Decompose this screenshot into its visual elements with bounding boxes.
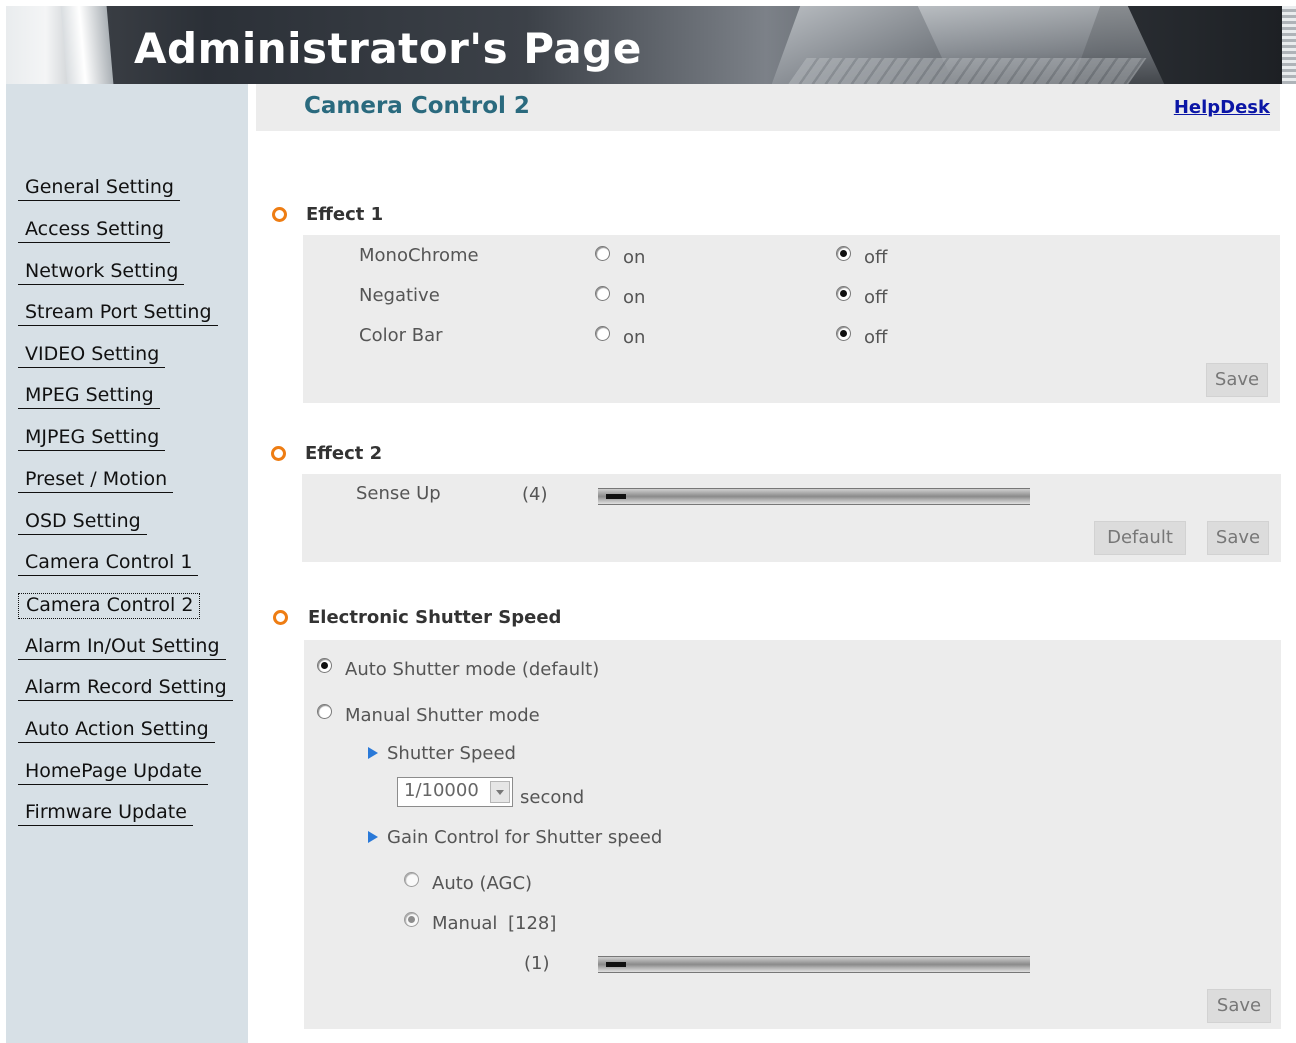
effect2-title: Effect 2 <box>305 443 383 464</box>
color-bar-on-radio[interactable] <box>595 326 610 341</box>
shutter-speed-value: 1/10000 <box>404 780 479 801</box>
gain-slider[interactable] <box>598 956 1030 973</box>
sidebar-item-alarm-record-setting[interactable]: Alarm Record Setting <box>18 676 233 701</box>
effect2-default-button[interactable]: Default <box>1094 521 1186 555</box>
gain-manual-radio[interactable] <box>404 912 419 927</box>
sidebar-item-auto-action-setting[interactable]: Auto Action Setting <box>18 718 215 743</box>
sidebar-item-access-setting[interactable]: Access Setting <box>18 218 171 243</box>
header-banner: Administrator's Page <box>6 6 1296 84</box>
banner-decoration <box>60 6 114 84</box>
auto-shutter-label: Auto Shutter mode (default) <box>345 659 600 680</box>
expand-arrow-icon <box>368 831 378 843</box>
effect1-save-button[interactable]: Save <box>1206 363 1268 397</box>
sidebar-item-firmware-update[interactable]: Firmware Update <box>18 801 193 826</box>
effect1-title: Effect 1 <box>306 204 384 225</box>
monochrome-on-radio[interactable] <box>595 246 610 261</box>
page-title: Camera Control 2 <box>304 93 530 119</box>
manual-shutter-radio[interactable] <box>317 704 332 719</box>
gain-auto-radio[interactable] <box>404 872 419 887</box>
shutter-speed-select[interactable]: 1/10000 <box>397 777 513 807</box>
sidebar-item-preset-motion[interactable]: Preset / Motion <box>18 468 174 493</box>
sidebar-item-osd-setting[interactable]: OSD Setting <box>18 510 147 535</box>
section-bullet-icon <box>272 207 287 222</box>
shutter-title: Electronic Shutter Speed <box>308 607 562 628</box>
color-bar-off-radio[interactable] <box>836 326 851 341</box>
sidebar-item-network-setting[interactable]: Network Setting <box>18 260 185 285</box>
color-bar-on-label: on <box>623 327 646 348</box>
shutter-speed-unit: second <box>520 787 585 808</box>
effect1-panel: MonoChrome on off Negative on off Color … <box>303 235 1280 403</box>
sidebar-item-alarm-in-out-setting[interactable]: Alarm In/Out Setting <box>18 635 226 660</box>
auto-shutter-radio[interactable] <box>317 658 332 673</box>
sidebar-item-camera-control-1[interactable]: Camera Control 1 <box>18 551 199 576</box>
negative-off-label: off <box>864 287 888 308</box>
expand-arrow-icon <box>368 747 378 759</box>
sense-up-value: (4) <box>522 484 548 505</box>
effect2-save-button[interactable]: Save <box>1207 521 1269 555</box>
gain-slider-value: (1) <box>524 953 550 974</box>
sidebar-item-camera-control-2[interactable]: Camera Control 2 <box>18 593 201 619</box>
section-bullet-icon <box>273 610 288 625</box>
title-bar: Camera Control 2 HelpDesk <box>256 84 1280 131</box>
shutter-panel: Auto Shutter mode (default) Manual Shutt… <box>304 640 1281 1029</box>
monochrome-label: MonoChrome <box>359 245 479 266</box>
banner-title: Administrator's Page <box>134 24 642 73</box>
sidebar-item-homepage-update[interactable]: HomePage Update <box>18 760 208 785</box>
sense-up-label: Sense Up <box>356 483 441 504</box>
section-bullet-icon <box>271 446 286 461</box>
gain-slider-thumb[interactable] <box>606 962 626 967</box>
negative-label: Negative <box>359 285 440 306</box>
color-bar-label: Color Bar <box>359 325 443 346</box>
gain-manual-label: Manual <box>432 913 498 934</box>
negative-off-radio[interactable] <box>836 286 851 301</box>
sidebar-item-general-setting[interactable]: General Setting <box>18 176 180 201</box>
sidebar: General Setting Access Setting Network S… <box>6 84 248 1043</box>
shutter-save-button[interactable]: Save <box>1207 989 1271 1023</box>
negative-on-radio[interactable] <box>595 286 610 301</box>
sidebar-item-mjpeg-setting[interactable]: MJPEG Setting <box>18 426 166 451</box>
chevron-down-icon[interactable] <box>490 781 510 803</box>
banner-edge <box>1282 6 1296 84</box>
sidebar-item-video-setting[interactable]: VIDEO Setting <box>18 343 166 368</box>
gain-auto-label: Auto (AGC) <box>432 873 533 894</box>
shutter-speed-label: Shutter Speed <box>387 743 516 764</box>
sense-up-slider-thumb[interactable] <box>606 494 626 499</box>
monochrome-on-label: on <box>623 247 646 268</box>
sidebar-item-stream-port-setting[interactable]: Stream Port Setting <box>18 301 218 326</box>
manual-shutter-label: Manual Shutter mode <box>345 705 540 726</box>
sense-up-slider[interactable] <box>598 488 1030 505</box>
monochrome-off-radio[interactable] <box>836 246 851 261</box>
gain-control-label: Gain Control for Shutter speed <box>387 827 663 848</box>
color-bar-off-label: off <box>864 327 888 348</box>
effect2-panel: Sense Up (4) Default Save <box>302 474 1281 562</box>
monochrome-off-label: off <box>864 247 888 268</box>
helpdesk-link[interactable]: HelpDesk <box>1174 97 1270 118</box>
negative-on-label: on <box>623 287 646 308</box>
sidebar-item-mpeg-setting[interactable]: MPEG Setting <box>18 384 160 409</box>
banner-keyboard <box>785 58 1147 84</box>
gain-manual-value: [128] <box>508 913 557 934</box>
